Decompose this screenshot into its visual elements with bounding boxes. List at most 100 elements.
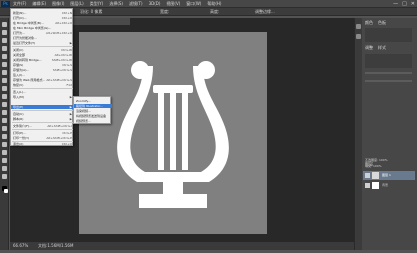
slider[interactable]	[365, 72, 412, 74]
adjust-panel-content	[365, 54, 412, 68]
layer-row[interactable]: 图层 1	[363, 171, 415, 180]
layer-thumbnail	[372, 172, 379, 179]
menu-image[interactable]: 图像(I)	[52, 1, 64, 7]
menu-items: 文件(F) 编辑(E) 图像(I) 图层(L) 类型(Y) 选择(S) 滤镜(T…	[13, 1, 221, 7]
minimize-button[interactable]: —	[393, 1, 398, 7]
adjust-panel-tabs: 调整 样式	[365, 45, 386, 51]
menu-item-export[interactable]: 导出(E) ▶	[11, 105, 74, 109]
menu-item-exit[interactable]: 退出(X) Ctrl+Q	[11, 142, 74, 146]
shape-tool-icon[interactable]	[2, 158, 7, 163]
layer-name: 图层 1	[382, 173, 391, 177]
menu-item-revert[interactable]: 恢复(V) F12	[11, 83, 74, 87]
layer-thumbnail	[372, 182, 379, 189]
width-label: 宽度:	[160, 9, 170, 14]
menu-item-file-info[interactable]: 文件简介(F)... Alt+Shift+Ctrl+I	[11, 124, 74, 128]
zoom-level[interactable]: 66.67%	[13, 243, 28, 249]
tab-color[interactable]: 颜色	[365, 20, 373, 26]
photoshop-window: Ps 文件(F) 编辑(E) 图像(I) 图层(L) 类型(Y) 选择(S) 滤…	[0, 0, 417, 253]
submenu-item-paths-to-illustrator[interactable]: 路径到 Illustrator...	[74, 104, 112, 108]
menu-item-browse-bridge[interactable]: 在 Bridge 中浏览(B)... Alt+Ctrl+O	[11, 21, 74, 25]
path-select-tool-icon[interactable]	[2, 150, 7, 155]
maximize-button[interactable]: □	[402, 1, 407, 7]
menu-window[interactable]: 窗口(W)	[186, 1, 201, 7]
layer-row[interactable]: 背景	[363, 181, 415, 190]
eye-icon[interactable]	[365, 183, 370, 188]
marquee-tool-icon[interactable]	[2, 30, 7, 35]
menu-item-close-all[interactable]: 关闭全部 Alt+Ctrl+W	[11, 53, 74, 57]
menu-item-open-smart-object[interactable]: 打开为智能对象...	[11, 36, 74, 40]
clone-stamp-tool-icon[interactable]	[2, 86, 7, 91]
menu-help[interactable]: 帮助(H)	[207, 1, 221, 7]
menu-item-import[interactable]: 导入(M) ▶	[11, 95, 74, 99]
crop-tool-icon[interactable]	[2, 54, 7, 59]
hand-tool-icon[interactable]	[2, 166, 7, 171]
pen-tool-icon[interactable]	[2, 134, 7, 139]
menu-separator	[12, 129, 73, 130]
menu-edit[interactable]: 编辑(E)	[32, 1, 46, 7]
document-canvas[interactable]	[79, 32, 267, 234]
background-color-swatch[interactable]	[4, 189, 8, 193]
type-tool-icon[interactable]	[2, 142, 7, 147]
dodge-tool-icon[interactable]	[2, 126, 7, 131]
file-menu-dropdown: 新建(N)... Ctrl+N 打开(O)... Ctrl+O 在 Bridge 中…	[10, 8, 74, 146]
history-panel-icon[interactable]	[356, 24, 361, 29]
menu-select[interactable]: 选择(S)	[109, 1, 123, 7]
menu-item-print[interactable]: 打印(P)... Ctrl+P	[11, 131, 74, 135]
menu-item-save-for-web[interactable]: 存储为 Web 所用格式... Alt+Shift+Ctrl+S	[11, 78, 74, 82]
menu-layer[interactable]: 图层(L)	[70, 1, 83, 7]
menu-3d[interactable]: 3D(D)	[149, 1, 161, 7]
quick-select-tool-icon[interactable]	[2, 46, 7, 51]
submenu-item-render-video[interactable]: 渲染视频...	[74, 109, 112, 113]
feather-field[interactable]: 羽化: 0 像素	[80, 9, 102, 15]
menu-item-new[interactable]: 新建(N)... Ctrl+N	[11, 11, 74, 15]
menu-item-place[interactable]: 置入(L)...	[11, 90, 74, 94]
eraser-tool-icon[interactable]	[2, 102, 7, 107]
export-submenu: Zoomify... 路径到 Illustrator... 渲染视频... 将视…	[73, 96, 112, 124]
menu-separator	[12, 88, 73, 89]
menu-item-save-as[interactable]: 存储为(A)... Shift+Ctrl+S	[11, 68, 74, 72]
slider[interactable]	[365, 80, 412, 82]
tab-swatches[interactable]: 色板	[378, 20, 386, 26]
tab-styles[interactable]: 样式	[378, 45, 386, 51]
eye-icon[interactable]	[365, 173, 370, 178]
menu-item-recent[interactable]: 最近打开文件(T) ▶	[11, 41, 74, 45]
tools-panel	[0, 18, 9, 250]
close-button[interactable]: ✕	[411, 1, 415, 7]
eyedropper-tool-icon[interactable]	[2, 62, 7, 67]
zoom-tool-icon[interactable]	[2, 174, 7, 179]
menu-item-scripts[interactable]: 脚本(R) ▶	[11, 117, 74, 121]
properties-panel-icon[interactable]	[356, 34, 361, 39]
refine-edge-button[interactable]: 调整边缘...	[255, 9, 275, 15]
move-tool-icon[interactable]	[2, 22, 7, 27]
menu-separator	[12, 46, 73, 47]
gradient-tool-icon[interactable]	[2, 110, 7, 115]
submenu-item-video-preview[interactable]: 视频预览...	[74, 119, 112, 123]
menu-type[interactable]: 类型(Y)	[90, 1, 104, 7]
menu-file[interactable]: 文件(F)	[13, 1, 26, 7]
menu-item-open-as[interactable]: 打开为... Alt+Shift+Ctrl+O	[11, 31, 74, 35]
menu-bar: Ps 文件(F) 编辑(E) 图像(I) 图层(L) 类型(Y) 选择(S) 滤…	[0, 0, 417, 8]
submenu-item-send-video-preview[interactable]: 将视频预览发送到设备	[74, 114, 112, 118]
menu-item-check-in[interactable]: 签入(I)...	[11, 73, 74, 77]
tab-adjustments[interactable]: 调整	[365, 45, 373, 51]
color-panel-tabs: 颜色 色板	[365, 20, 386, 26]
menu-item-browse-mini-bridge[interactable]: 在 Mini Bridge 中浏览(G)...	[11, 26, 74, 30]
history-brush-tool-icon[interactable]	[2, 94, 7, 99]
blur-tool-icon[interactable]	[2, 118, 7, 123]
opacity-field[interactable]: 不透明度: 100%	[365, 158, 388, 162]
menu-item-print-one[interactable]: 打印一份(Y) Alt+Shift+Ctrl+P	[11, 136, 74, 140]
fill-field[interactable]: 填充: 100%	[365, 164, 382, 168]
menu-filter[interactable]: 滤镜(T)	[129, 1, 143, 7]
healing-tool-icon[interactable]	[2, 70, 7, 75]
menu-item-open[interactable]: 打开(O)... Ctrl+O	[11, 16, 74, 20]
menu-item-save[interactable]: 存储(S) Ctrl+S	[11, 63, 74, 67]
menu-item-close[interactable]: 关闭(C) Ctrl+W	[11, 48, 74, 52]
properties-panel	[365, 28, 412, 42]
brush-tool-icon[interactable]	[2, 78, 7, 83]
lasso-tool-icon[interactable]	[2, 38, 7, 43]
menu-view[interactable]: 视图(V)	[166, 1, 180, 7]
menu-separator	[12, 122, 73, 123]
menu-item-automate[interactable]: 自动(U) ▶	[11, 112, 74, 116]
submenu-item-zoomify[interactable]: Zoomify...	[74, 99, 112, 103]
menu-item-close-go-bridge[interactable]: 关闭并转到 Bridge... Shift+Ctrl+W	[11, 58, 74, 62]
